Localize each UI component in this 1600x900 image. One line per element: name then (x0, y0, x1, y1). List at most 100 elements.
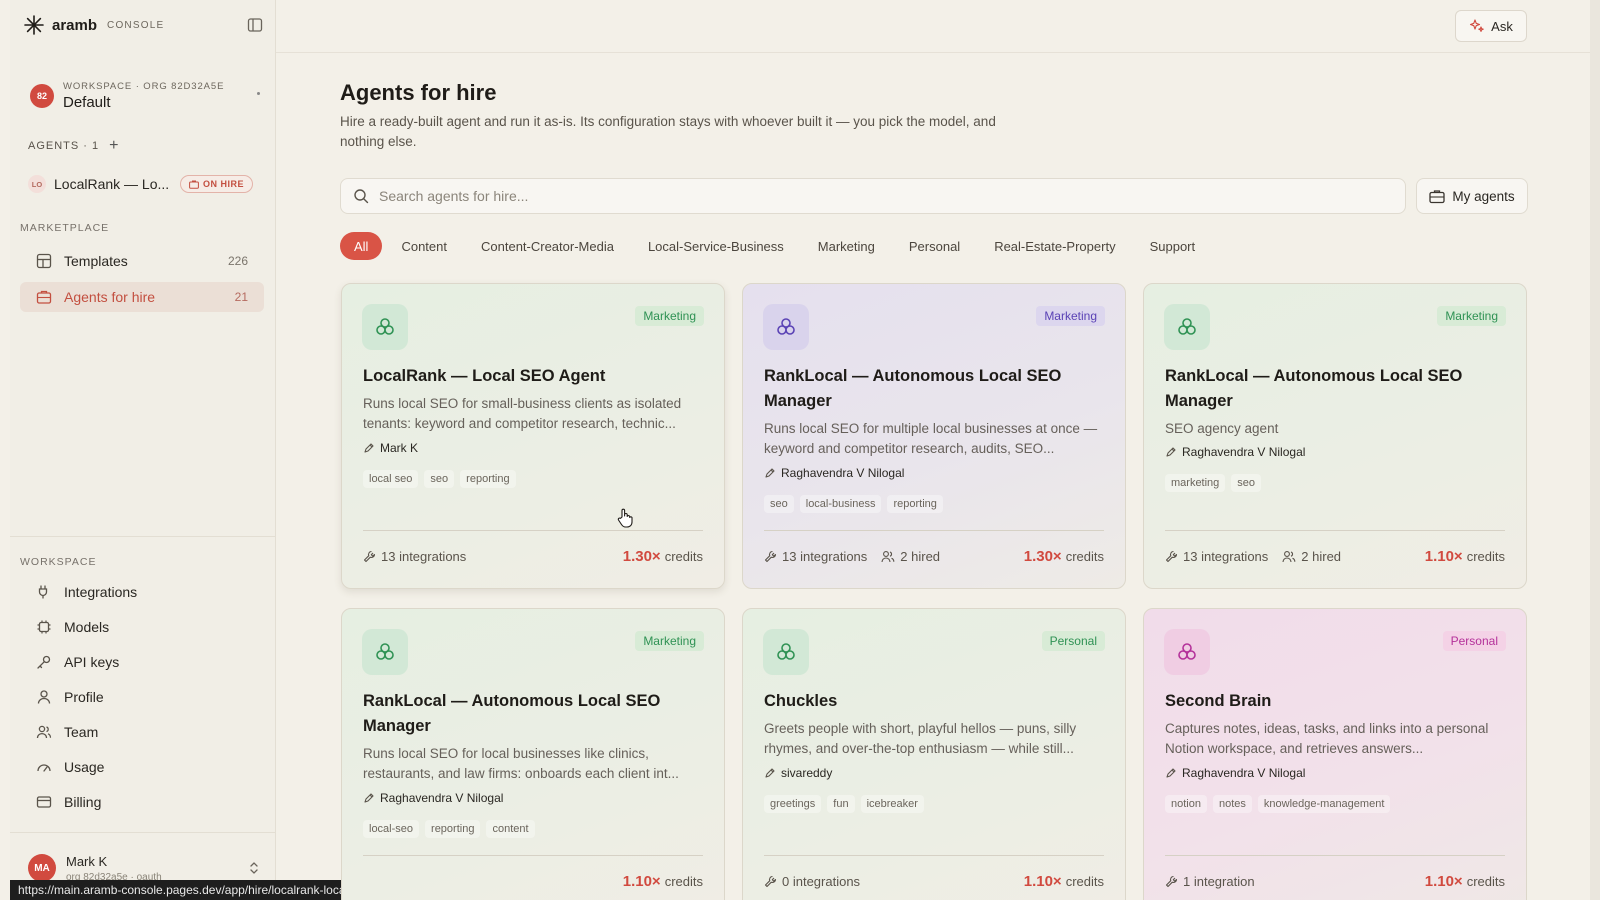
integrations-count: 13 integrations (1165, 549, 1268, 564)
category-badge: Marketing (635, 631, 704, 651)
sidebar-item-api-keys[interactable]: API keys (20, 647, 264, 677)
tag: greetings (764, 795, 822, 813)
integrations-count: 1 integration (1165, 874, 1255, 889)
briefcase-icon (189, 180, 199, 189)
category-badge: Marketing (1036, 306, 1105, 326)
sidebar-item-usage[interactable]: Usage (20, 752, 264, 782)
team-icon (881, 550, 895, 562)
search-input[interactable] (379, 188, 1279, 204)
wrench-icon (1165, 875, 1178, 887)
tag: fun (827, 795, 855, 813)
tag: reporting (425, 820, 481, 838)
card-description: Runs local SEO for local businesses like… (363, 746, 679, 781)
card-divider (363, 530, 703, 531)
tag: reporting (460, 470, 516, 488)
tag: notion (1165, 795, 1207, 813)
pen-icon (1166, 447, 1176, 457)
agent-card[interactable]: Marketing RankLocal — Autonomous Local S… (742, 283, 1126, 589)
filter-chip-content[interactable]: Content (386, 232, 462, 260)
ask-button[interactable]: Ask (1455, 10, 1527, 42)
chevron-up-down-icon[interactable] (248, 860, 260, 876)
credits-multiplier: 1.10× credits (1424, 872, 1505, 890)
sidebar-item-integrations[interactable]: Integrations (20, 577, 264, 607)
filter-chip-real-estate-property[interactable]: Real-Estate-Property (979, 232, 1130, 260)
sidebar: aramb CONSOLE 82 WORKSPACE · ORG 82D32A5… (10, 0, 276, 900)
brand[interactable]: aramb CONSOLE (24, 14, 164, 36)
wrench-icon (764, 875, 777, 887)
tag: seo (424, 470, 455, 488)
card-divider (764, 530, 1104, 531)
pen-icon (765, 468, 775, 478)
workspace-menu-dot[interactable] (257, 92, 260, 95)
agent-card[interactable]: Marketing RankLocal — Autonomous Local S… (1143, 283, 1527, 589)
user-icon (37, 690, 51, 704)
card-footer: 1 integration 1.10× credits (1165, 871, 1505, 891)
brand-sub: CONSOLE (107, 19, 165, 31)
sidebar-collapse-icon[interactable] (247, 17, 263, 33)
card-author: Mark K (363, 441, 418, 455)
card-tags: greetings fun icebreaker (764, 795, 924, 813)
credits-multiplier: 1.30× credits (622, 547, 703, 565)
credits-multiplier: 1.30× credits (1023, 547, 1104, 565)
card-icon (36, 796, 52, 808)
workspace-avatar: 82 (30, 84, 54, 108)
plug-icon (38, 585, 48, 599)
sidebar-item-profile[interactable]: Profile (20, 682, 264, 712)
agents-section-label: AGENTS · 1 (28, 140, 100, 152)
card-divider (363, 855, 703, 856)
cluster-icon (376, 643, 394, 660)
pen-icon (765, 768, 775, 778)
wrench-icon (764, 550, 777, 562)
tag: local-seo (363, 820, 420, 838)
cluster-icon (1178, 643, 1196, 660)
card-author: sivareddy (764, 766, 832, 780)
card-footer: 0 integrations 1.10× credits (764, 871, 1104, 891)
my-agents-button[interactable]: My agents (1416, 178, 1528, 214)
filter-chip-personal[interactable]: Personal (894, 232, 975, 260)
topbar-divider (276, 52, 1600, 53)
sidebar-divider (10, 832, 276, 833)
search-bar[interactable] (340, 178, 1406, 214)
card-description: SEO agency agent (1165, 421, 1279, 436)
card-divider (1165, 855, 1505, 856)
agent-avatar: LO (28, 175, 46, 193)
pen-icon (364, 793, 374, 803)
agent-icon (362, 629, 408, 675)
workspace-switcher[interactable]: 82 WORKSPACE · ORG 82D32A5E Default (30, 74, 260, 118)
tag: local seo (363, 470, 419, 488)
filter-chip-marketing[interactable]: Marketing (803, 232, 890, 260)
agent-card[interactable]: Personal Chuckles Greets people with sho… (742, 608, 1126, 900)
tag: icebreaker (860, 795, 924, 813)
sidebar-agent-item[interactable]: LO LocalRank — Lo... ON HIRE (28, 172, 268, 196)
card-divider (1165, 530, 1505, 531)
sidebar-item-team[interactable]: Team (20, 717, 264, 747)
card-tags: local-seo reporting content (363, 820, 535, 838)
sidebar-item-models[interactable]: Models (20, 612, 264, 642)
briefcase-icon (36, 290, 52, 304)
filter-chip-all[interactable]: All (340, 232, 383, 260)
filter-chip-content-creator-media[interactable]: Content-Creator-Media (466, 232, 629, 260)
brand-name: aramb (52, 16, 98, 34)
agent-card[interactable]: Marketing LocalRank — Local SEO Agent Ru… (341, 283, 725, 589)
card-footer: 13 integrations 1.30× credits (363, 546, 703, 566)
card-title: Second Brain (1165, 692, 1272, 710)
card-tags: notion notes knowledge-management (1165, 795, 1391, 813)
agent-card[interactable]: Personal Second Brain Captures notes, id… (1143, 608, 1527, 900)
cluster-icon (777, 318, 795, 335)
sidebar-item-billing[interactable]: Billing (20, 787, 264, 817)
agent-card[interactable]: Marketing RankLocal — Autonomous Local S… (341, 608, 725, 900)
card-description: Greets people with short, playful hellos… (764, 721, 1077, 756)
asterisk-logo-icon (24, 15, 44, 35)
sidebar-item-templates[interactable]: Templates 226 (20, 246, 264, 276)
tag: notes (1212, 795, 1252, 813)
filter-chip-support[interactable]: Support (1135, 232, 1211, 260)
search-icon (354, 189, 369, 204)
card-footer: 13 integrations 2 hired 1.30× credits (764, 546, 1104, 566)
card-tags: marketing seo (1165, 474, 1262, 492)
filter-chip-local-service-business[interactable]: Local-Service-Business (633, 232, 799, 260)
card-tags: local seo seo reporting (363, 470, 516, 488)
team-icon (1282, 550, 1296, 562)
sidebar-item-agents-for-hire[interactable]: Agents for hire 21 (20, 282, 264, 312)
plus-icon[interactable]: + (109, 138, 118, 154)
credits-multiplier: 1.10× credits (1424, 547, 1505, 565)
